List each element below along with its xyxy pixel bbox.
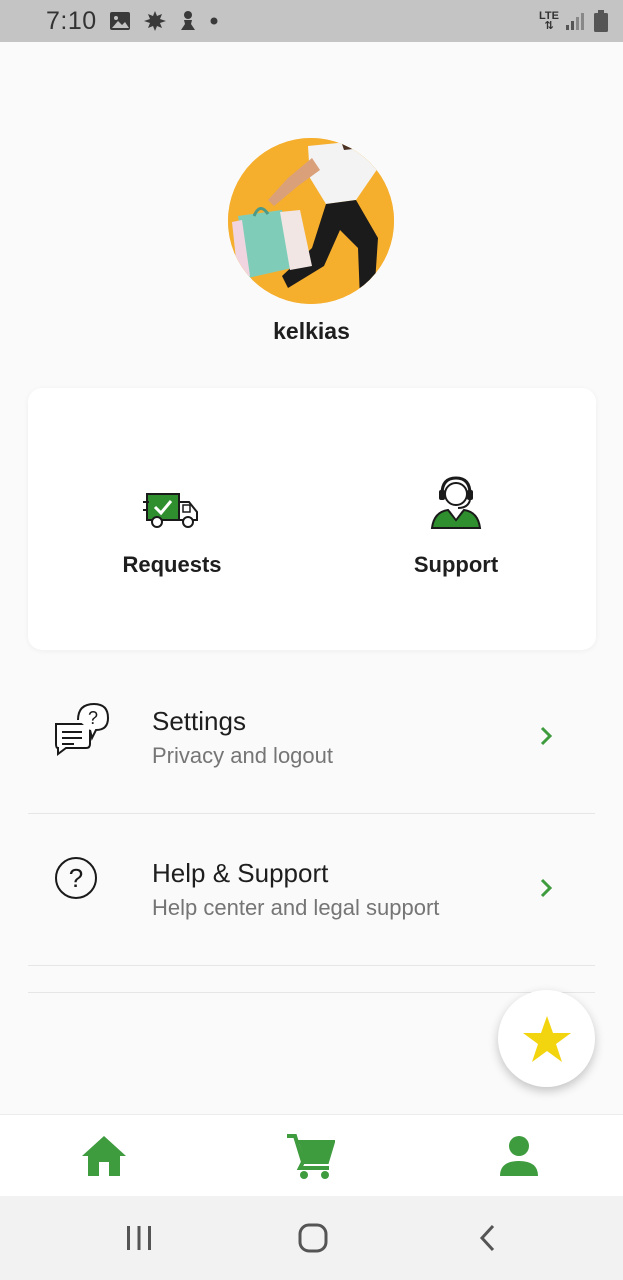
profile-icon (500, 1136, 538, 1176)
system-home-button[interactable] (293, 1218, 333, 1258)
chat-question-icon: ? (55, 702, 110, 756)
signal-icon (566, 13, 584, 30)
quick-actions-card: Requests Support (28, 388, 596, 650)
help-circle-icon: ? (55, 857, 97, 899)
status-time: 7:10 (46, 6, 97, 35)
requests-button[interactable]: Requests (72, 468, 272, 578)
help-support-title: Help & Support (152, 858, 329, 888)
customer-support-icon (430, 476, 482, 529)
back-icon (479, 1224, 495, 1252)
status-bar: 7:10 LTE ⇅ (0, 0, 623, 42)
dot-icon (210, 17, 218, 25)
image-icon (109, 12, 130, 30)
username: kelkias (273, 318, 350, 344)
nav-cart-button[interactable] (280, 1131, 340, 1181)
star-icon (522, 1015, 571, 1062)
system-navigation-bar (0, 1196, 623, 1280)
chevron-right-icon (540, 726, 553, 746)
recent-apps-button[interactable] (119, 1218, 159, 1258)
settings-list-item[interactable]: ? Settings Privacy and logout (28, 686, 595, 814)
avatar-image (228, 138, 394, 304)
leaf-icon (143, 11, 166, 31)
chess-pawn-icon (180, 11, 195, 30)
requests-label: Requests (122, 552, 222, 577)
support-label: Support (413, 552, 499, 577)
lte-icon: LTE ⇅ (539, 10, 559, 32)
nav-home-button[interactable] (74, 1131, 134, 1181)
recent-apps-icon (127, 1226, 151, 1250)
avatar[interactable] (228, 138, 394, 304)
system-home-icon (298, 1223, 328, 1253)
system-back-button[interactable] (467, 1218, 507, 1258)
rate-fab-button[interactable] (498, 990, 595, 1087)
screen: 7:10 LTE ⇅ kelkias Requests Support ? Se… (0, 0, 623, 1280)
delivery-truck-icon (143, 493, 198, 528)
system-status-icons: LTE ⇅ (539, 9, 609, 33)
settings-title: Settings (152, 706, 246, 736)
cart-icon (287, 1134, 335, 1179)
home-icon (82, 1136, 126, 1176)
help-support-subtitle: Help center and legal support (152, 895, 440, 920)
divider (28, 992, 595, 993)
battery-icon (594, 10, 608, 32)
support-button[interactable]: Support (356, 468, 556, 578)
help-support-list-item[interactable]: ? Help & Support Help center and legal s… (28, 838, 595, 966)
chevron-right-icon (540, 878, 553, 898)
notification-icons (109, 10, 219, 32)
bottom-navigation (0, 1114, 623, 1196)
nav-profile-button[interactable] (489, 1131, 549, 1181)
svg-text:?: ? (69, 863, 83, 893)
settings-subtitle: Privacy and logout (152, 743, 333, 768)
svg-text:?: ? (88, 708, 98, 728)
